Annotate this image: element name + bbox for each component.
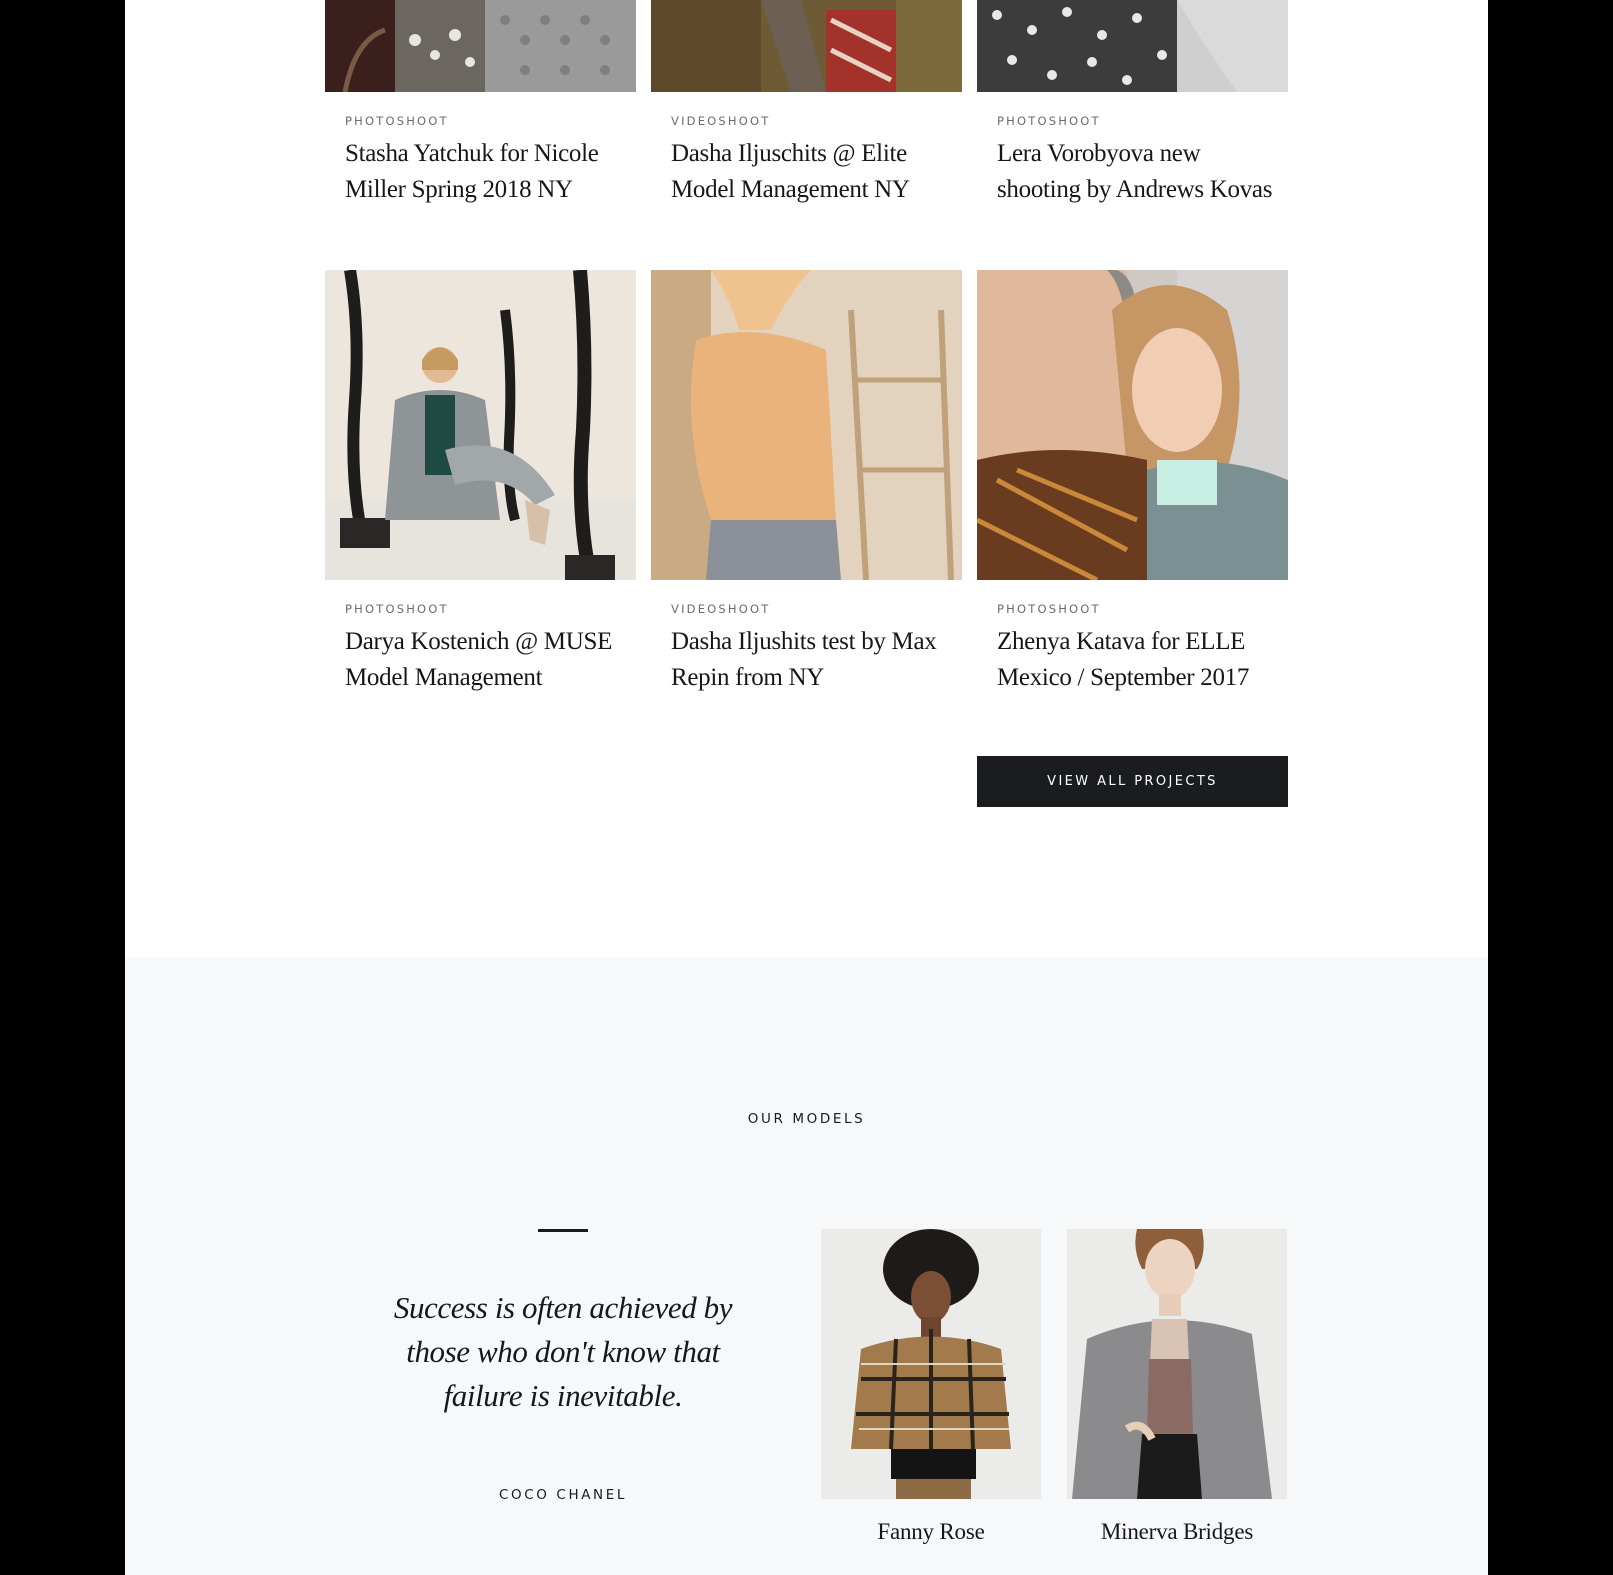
project-category: PHOTOSHOOT xyxy=(997,602,1101,616)
project-title[interactable]: Stasha Yatchuk for Nicole Miller Spring … xyxy=(345,136,635,208)
project-card[interactable]: PHOTOSHOOT Darya Kostenich @ MUSE Model … xyxy=(325,580,636,720)
section-label: OUR MODELS xyxy=(747,1111,866,1127)
model-photo-fanny-rose[interactable] xyxy=(821,1229,1041,1499)
model-name[interactable]: Fanny Rose xyxy=(821,1519,1041,1545)
project-category: PHOTOSHOOT xyxy=(345,602,449,616)
model-name[interactable]: Minerva Bridges xyxy=(1067,1519,1287,1545)
project-card[interactable]: PHOTOSHOOT Stasha Yatchuk for Nicole Mil… xyxy=(325,92,636,232)
project-photo-zhenya[interactable] xyxy=(977,270,1288,580)
project-photo-lera[interactable] xyxy=(977,0,1288,92)
project-category: VIDEOSHOOT xyxy=(671,114,771,128)
view-all-projects-button[interactable]: VIEW ALL PROJECTS xyxy=(977,756,1288,807)
project-title[interactable]: Darya Kostenich @ MUSE Model Management xyxy=(345,624,635,696)
project-card[interactable]: PHOTOSHOOT Lera Vorobyova new shooting b… xyxy=(977,92,1288,232)
quote-text: Success is often achieved by those who d… xyxy=(393,1290,733,1413)
quote-divider xyxy=(538,1229,588,1232)
project-photo-dasha-elite[interactable] xyxy=(651,0,962,92)
project-title[interactable]: Lera Vorobyova new shooting by Andrews K… xyxy=(997,136,1287,208)
model-photo-minerva-bridges[interactable] xyxy=(1067,1229,1287,1499)
our-models-section: OUR MODELS Success is often achieved by … xyxy=(125,957,1488,1575)
project-category: PHOTOSHOOT xyxy=(345,114,449,128)
project-title[interactable]: Dasha Iljushits test by Max Repin from N… xyxy=(671,624,961,696)
quote-author: COCO CHANEL xyxy=(499,1487,627,1503)
project-category: VIDEOSHOOT xyxy=(671,602,771,616)
project-card[interactable]: VIDEOSHOOT Dasha Iljushits test by Max R… xyxy=(651,580,962,720)
project-title[interactable]: Zhenya Katava for ELLE Mexico / Septembe… xyxy=(997,624,1287,696)
page: PHOTOSHOOT Stasha Yatchuk for Nicole Mil… xyxy=(125,0,1488,1575)
project-photo-darya[interactable] xyxy=(325,270,636,580)
project-photo-stasha[interactable] xyxy=(325,0,636,92)
project-card[interactable]: VIDEOSHOOT Dasha Iljuschits @ Elite Mode… xyxy=(651,92,962,232)
project-title[interactable]: Dasha Iljuschits @ Elite Model Managemen… xyxy=(671,136,961,208)
project-category: PHOTOSHOOT xyxy=(997,114,1101,128)
project-card[interactable]: PHOTOSHOOT Zhenya Katava for ELLE Mexico… xyxy=(977,580,1288,720)
project-photo-dasha-test[interactable] xyxy=(651,270,962,580)
